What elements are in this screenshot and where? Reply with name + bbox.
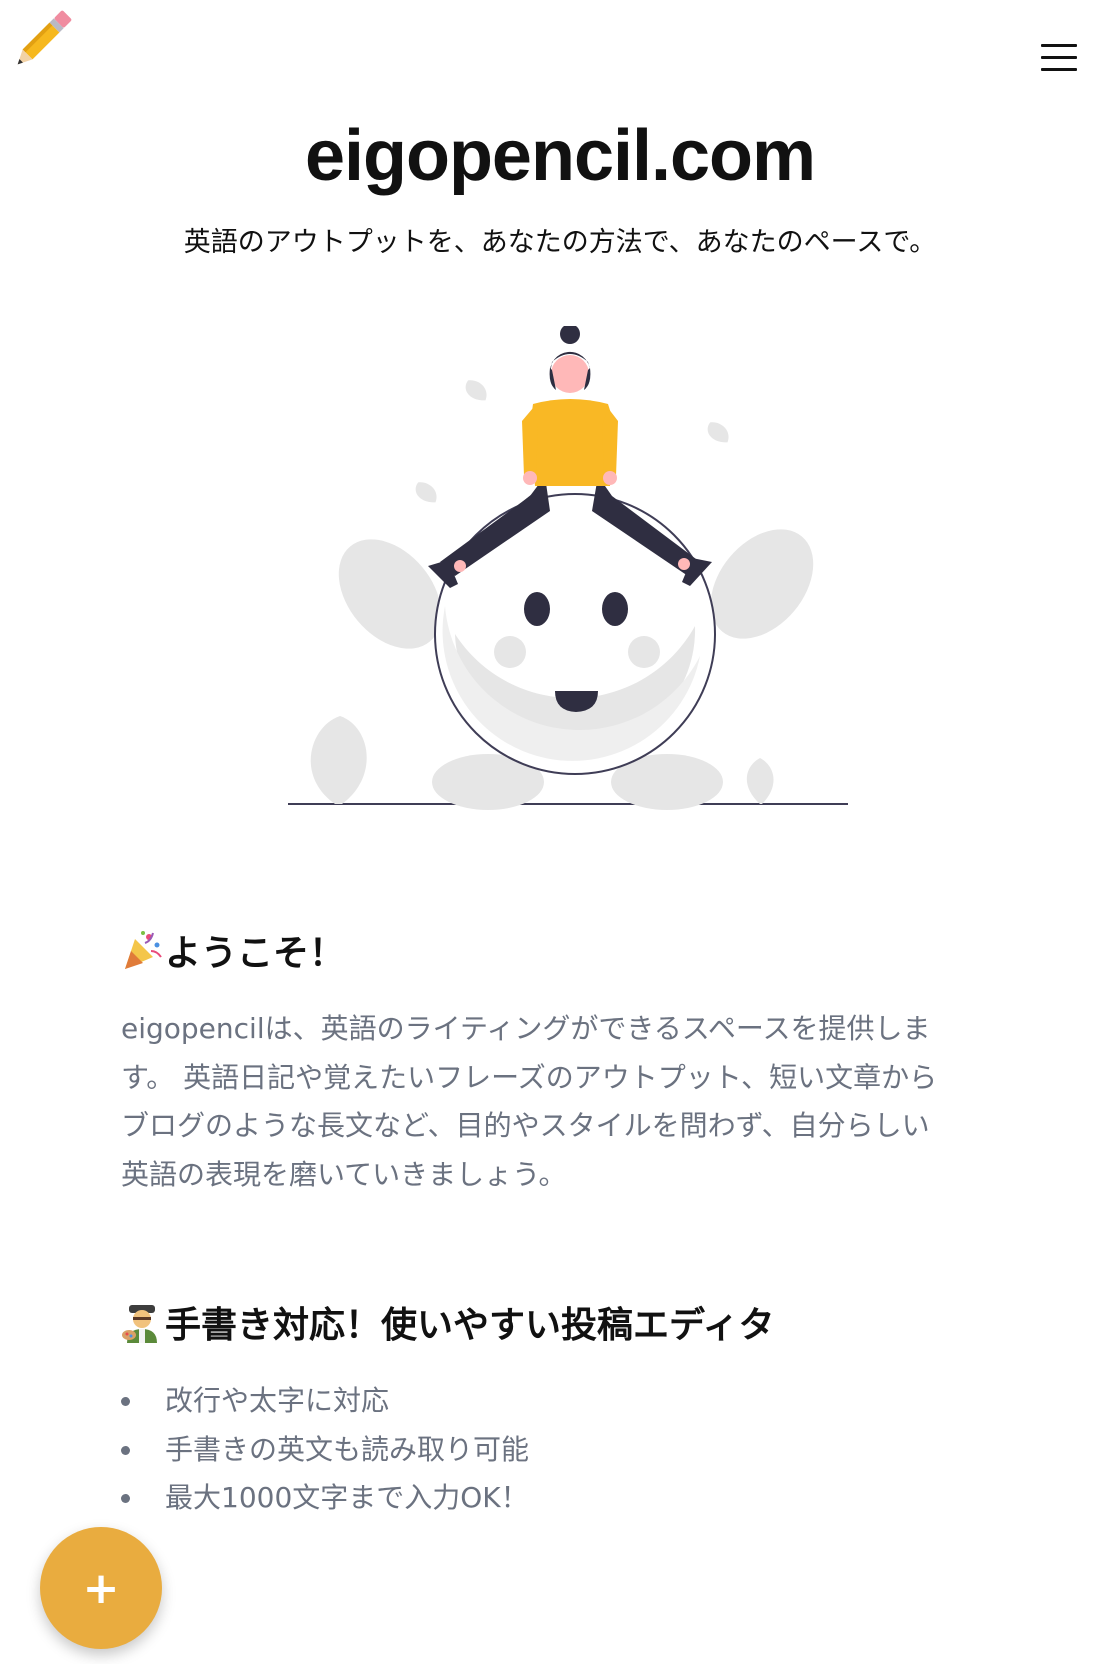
- feature-text: 最大1000文字まで入力OK！: [165, 1481, 529, 1514]
- bullet: [121, 1445, 130, 1455]
- welcome-line: 英語の表現を磨いていきましょう。: [121, 1157, 567, 1191]
- welcome-section: ようこそ！ eigopencilは、英語のライティングができるスペースを提供しま…: [121, 925, 1021, 1199]
- welcome-line: ブログのような長文など、目的やスタイルを問わず、自分らしい: [121, 1109, 930, 1142]
- menu-bar: [1041, 68, 1077, 71]
- welcome-heading: ようこそ！: [121, 925, 1021, 975]
- artist-icon: [122, 1305, 157, 1343]
- page-title: eigopencil.com: [304, 116, 816, 196]
- page-subtitle: 英語のアウトプットを、あなたの方法で、あなたのペースで。: [183, 227, 937, 258]
- pencil-icon[interactable]: [6, 6, 76, 76]
- menu-bar: [1041, 56, 1077, 59]
- list-item: 最大1000文字まで入力OK！: [121, 1474, 1021, 1523]
- editor-section: 手書き対応！使いやすい投稿エディタ 改行や太字に対応 手書きの英文も読み取り可能…: [121, 1297, 1021, 1523]
- feature-list: 改行や太字に対応 手書きの英文も読み取り可能 最大1000文字まで入力OK！: [121, 1377, 1021, 1523]
- editor-heading-text: 手書き対応！使いやすい投稿エディタ: [165, 1305, 775, 1346]
- feature-text: 手書きの英文も読み取り可能: [165, 1432, 530, 1466]
- bullet: [121, 1397, 130, 1406]
- welcome-line: eigopencilは、英語のライティングができるスペースを提供しま: [121, 1012, 931, 1045]
- menu-bar: [1041, 44, 1077, 47]
- list-item: 改行や太字に対応: [121, 1377, 1021, 1426]
- editor-heading: 手書き対応！使いやすい投稿エディタ: [121, 1297, 1021, 1347]
- bullet: [121, 1494, 130, 1503]
- party-popper-icon: [125, 931, 162, 969]
- plus-icon: +: [82, 1562, 120, 1614]
- hero-illustration: [288, 326, 848, 810]
- list-item: 手書きの英文も読み取り可能: [121, 1426, 1021, 1475]
- feature-text: 改行や太字に対応: [165, 1384, 390, 1417]
- welcome-heading-text: ようこそ！: [165, 933, 346, 974]
- welcome-line: す。 英語日記や覚えたいフレーズのアウトプット、短い文章から: [121, 1060, 938, 1094]
- new-post-button[interactable]: +: [40, 1527, 162, 1649]
- hamburger-menu-icon[interactable]: [1036, 40, 1080, 76]
